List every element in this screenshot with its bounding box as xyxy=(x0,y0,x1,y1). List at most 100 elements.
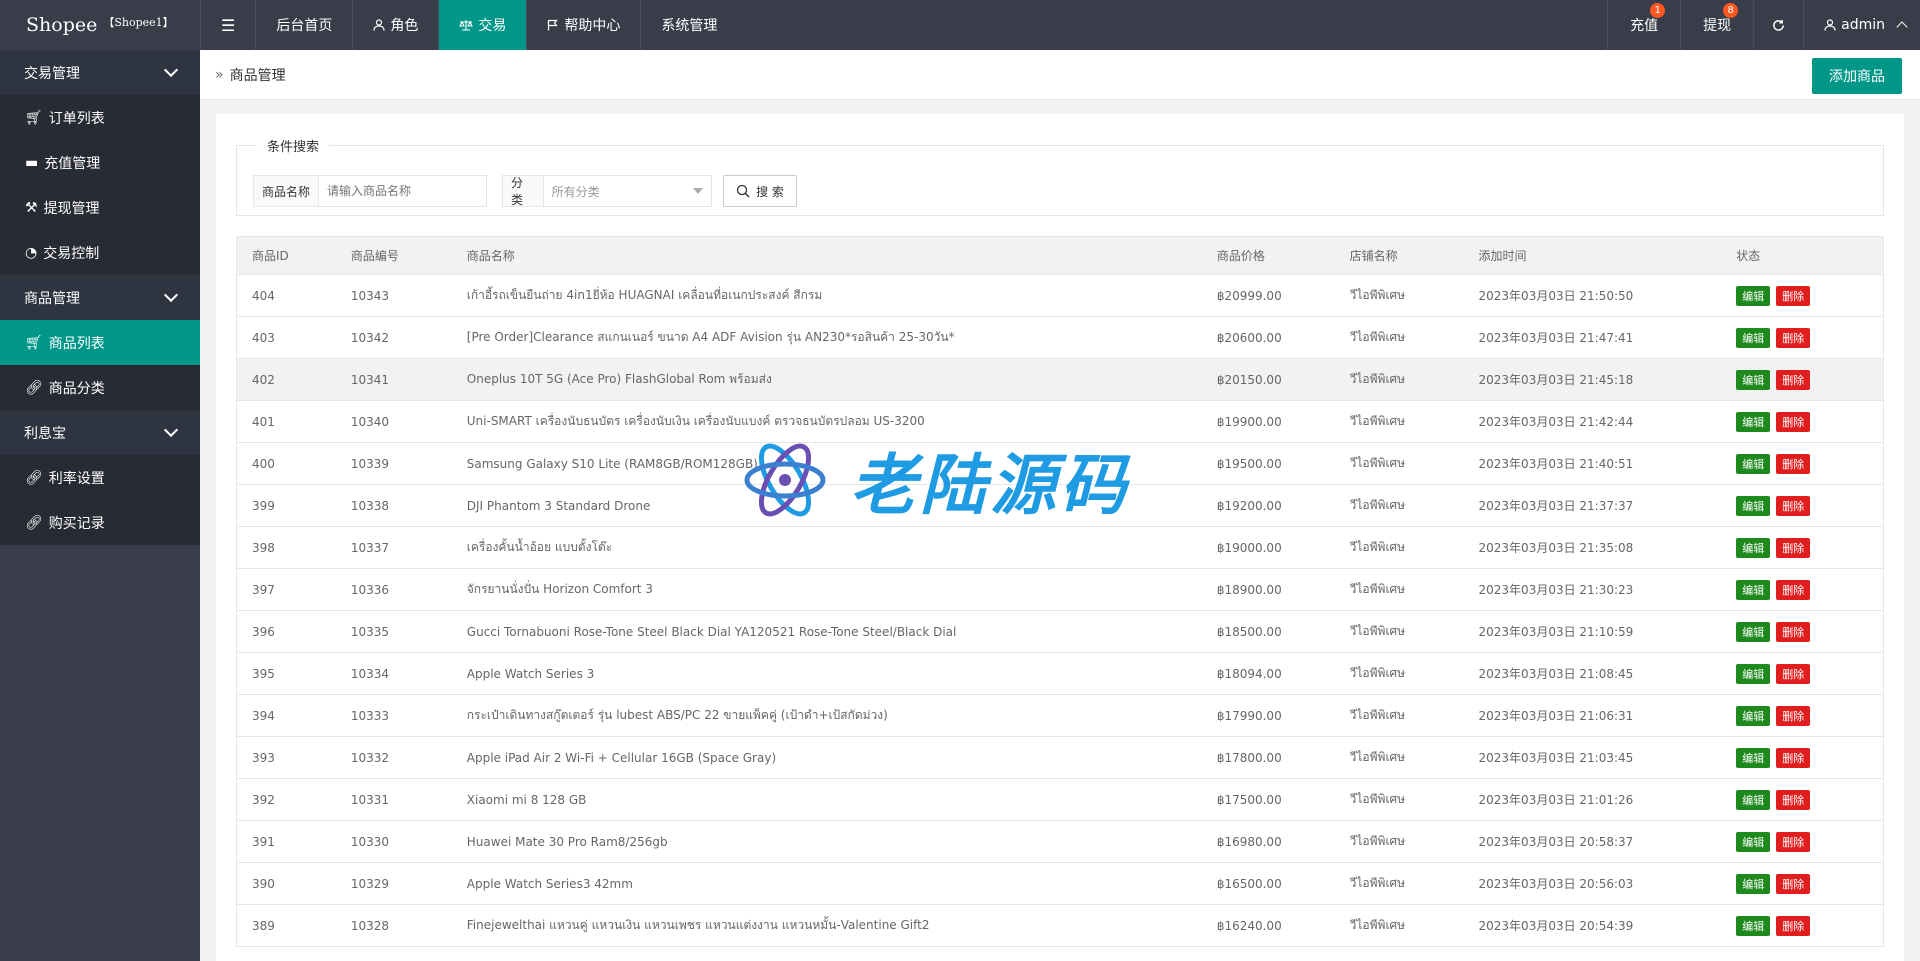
delete-button[interactable]: 删除 xyxy=(1776,537,1811,558)
delete-button[interactable]: 删除 xyxy=(1776,705,1811,726)
cell-actions: 编辑 删除 xyxy=(1721,453,1883,474)
delete-button[interactable]: 删除 xyxy=(1776,915,1811,936)
delete-button[interactable]: 删除 xyxy=(1776,327,1811,348)
delete-button[interactable]: 删除 xyxy=(1776,831,1811,852)
delete-button[interactable]: 删除 xyxy=(1776,411,1811,432)
edit-button[interactable]: 编辑 xyxy=(1736,327,1771,348)
cell-price: ฿20999.00 xyxy=(1216,288,1282,303)
cell-time: 2023年03月03日 21:45:18 xyxy=(1478,373,1634,387)
sidebar-item-purchase-records[interactable]: 🔗︎ 购买记录 xyxy=(0,500,200,545)
nav-home[interactable]: 后台首页 xyxy=(255,0,352,50)
sidebar-group-interest[interactable]: 利息宝 xyxy=(0,410,200,455)
delete-button[interactable]: 删除 xyxy=(1776,789,1811,810)
product-name-input[interactable] xyxy=(319,176,480,206)
search-button[interactable]: 搜 索 xyxy=(723,175,797,207)
cell-name: Xiaomi mi 8 128 GB xyxy=(466,792,587,807)
watermark: 老陆源码 xyxy=(742,432,1130,528)
table-row[interactable]: 403 10342 [Pre Order]Clearance สแกนเนอร์ ข… xyxy=(237,317,1883,359)
sidebar-item-label: 提现管理 xyxy=(43,200,100,217)
link-icon: 🔗︎ xyxy=(25,469,43,486)
cell-store: วีไอพีพิเศษ xyxy=(1349,456,1406,470)
delete-button[interactable]: 删除 xyxy=(1776,663,1811,684)
recharge-link[interactable]: 充值 1 xyxy=(1607,0,1680,50)
delete-button[interactable]: 删除 xyxy=(1776,621,1811,642)
edit-button[interactable]: 编辑 xyxy=(1736,915,1771,936)
sidebar-group-trade[interactable]: 交易管理 xyxy=(0,50,200,95)
edit-button[interactable]: 编辑 xyxy=(1736,579,1771,600)
cell-name: Oneplus 10T 5G (Ace Pro) FlashGlobal Rom… xyxy=(466,372,772,386)
edit-button[interactable]: 编辑 xyxy=(1736,369,1771,390)
cell-code: 10334 xyxy=(350,666,390,681)
nav-role[interactable]: 角色 xyxy=(352,0,438,50)
edit-button[interactable]: 编辑 xyxy=(1736,705,1771,726)
withdraw-link[interactable]: 提现 8 xyxy=(1680,0,1753,50)
cell-store: วีไอพีพิเศษ xyxy=(1349,666,1406,680)
cell-name: Huawei Mate 30 Pro Ram8/256gb xyxy=(466,834,668,849)
atom-logo-icon xyxy=(744,443,826,517)
sidebar-item-trade-control[interactable]: ◔ 交易控制 xyxy=(0,230,200,275)
header-name: 商品名称 xyxy=(466,249,515,263)
delete-button[interactable]: 删除 xyxy=(1776,369,1811,390)
edit-button[interactable]: 编辑 xyxy=(1736,537,1771,558)
table-row[interactable]: 397 10336 จักรยานนั่งปั่น Horizon Comfort … xyxy=(237,569,1883,611)
sidebar-item-withdraw[interactable]: ⚒︎ 提现管理 xyxy=(0,185,200,230)
cell-actions: 编辑 删除 xyxy=(1721,537,1883,558)
user-icon xyxy=(373,19,385,31)
sidebar-item-label: 商品分类 xyxy=(48,380,105,397)
edit-button[interactable]: 编辑 xyxy=(1736,495,1771,516)
add-product-button[interactable]: 添加商品 xyxy=(1812,58,1902,94)
table-row[interactable]: 404 10343 เก้าอี้รถเข็นยืนถ่าย 4in1ยี่ห้อ … xyxy=(237,275,1883,317)
header-time: 添加时间 xyxy=(1478,249,1527,263)
nav-system[interactable]: 系统管理 xyxy=(640,0,737,50)
table-row[interactable]: 396 10335 Gucci Tornabuoni Rose-Tone Steel… xyxy=(237,611,1883,653)
edit-button[interactable]: 编辑 xyxy=(1736,789,1771,810)
table-row[interactable]: 392 10331 Xiaomi mi 8 128 GB ฿17500.00 วีไอพ… xyxy=(237,779,1883,821)
refresh-button[interactable] xyxy=(1753,0,1803,50)
delete-button[interactable]: 删除 xyxy=(1776,747,1811,768)
table-row[interactable]: 402 10341 Oneplus 10T 5G (Ace Pro) FlashGl… xyxy=(237,359,1883,401)
edit-button[interactable]: 编辑 xyxy=(1736,621,1771,642)
table-row[interactable]: 398 10337 เครื่องคั้นน้ำอ้อย แบบตั้งโต๊ะ ฿1… xyxy=(237,527,1883,569)
menu-toggle-button[interactable]: ☰ xyxy=(200,0,255,50)
table-row[interactable]: 391 10330 Huawei Mate 30 Pro Ram8/256gb ฿16… xyxy=(237,821,1883,863)
table-row[interactable]: 390 10329 Apple Watch Series3 42mm ฿16500.0… xyxy=(237,863,1883,905)
user-menu[interactable]: admin xyxy=(1803,0,1920,50)
cell-id: 399 xyxy=(252,498,275,513)
delete-button[interactable]: 删除 xyxy=(1776,873,1811,894)
table-row[interactable]: 394 10333 กระเป๋าเดินทางสกู๊ตเตอร์ รุ่น lu… xyxy=(237,695,1883,737)
top-right-nav: 充值 1 提现 8 admin xyxy=(1607,0,1920,50)
table-header: 商品ID 商品编号 商品名称 商品价格 店铺名称 添加时间 状态 xyxy=(237,237,1883,275)
sidebar-item-recharge[interactable]: ▬ 充值管理 xyxy=(0,140,200,185)
nav-trade[interactable]: 交易 xyxy=(438,0,527,50)
watermark-text: 老陆源码 xyxy=(850,447,1130,524)
edit-button[interactable]: 编辑 xyxy=(1736,453,1771,474)
table-row[interactable]: 395 10334 Apple Watch Series 3 ฿18094.00 วีไ… xyxy=(237,653,1883,695)
sidebar-item-label: 交易控制 xyxy=(43,245,100,262)
delete-button[interactable]: 删除 xyxy=(1776,453,1811,474)
edit-button[interactable]: 编辑 xyxy=(1736,411,1771,432)
edit-button[interactable]: 编辑 xyxy=(1736,663,1771,684)
edit-button[interactable]: 编辑 xyxy=(1736,747,1771,768)
delete-button[interactable]: 删除 xyxy=(1776,495,1811,516)
cell-id: 398 xyxy=(252,540,275,555)
cell-code: 10333 xyxy=(350,708,390,723)
edit-button[interactable]: 编辑 xyxy=(1736,873,1771,894)
sidebar-item-product-category[interactable]: 🔗︎ 商品分类 xyxy=(0,365,200,410)
sidebar-group-products[interactable]: 商品管理 xyxy=(0,275,200,320)
sidebar-item-rate-settings[interactable]: 🔗︎ 利率设置 xyxy=(0,455,200,500)
edit-button[interactable]: 编辑 xyxy=(1736,831,1771,852)
cell-store: วีไอพีพิเศษ xyxy=(1349,918,1406,932)
delete-button[interactable]: 删除 xyxy=(1776,579,1811,600)
link-icon: 🔗︎ xyxy=(25,514,43,531)
sidebar-item-orders[interactable]: 🛒︎ 订单列表 xyxy=(0,95,200,140)
nav-help[interactable]: 帮助中心 xyxy=(526,0,640,50)
category-select[interactable]: 所有分类 xyxy=(544,176,711,206)
delete-button[interactable]: 删除 xyxy=(1776,285,1811,306)
recharge-label: 充值 xyxy=(1630,18,1659,34)
sidebar-item-product-list[interactable]: 🛒︎ 商品列表 xyxy=(0,320,200,365)
table-row[interactable]: 389 10328 Finejewelthai แหวนคู่ แหวนเงิน แ… xyxy=(237,905,1883,947)
edit-button[interactable]: 编辑 xyxy=(1736,285,1771,306)
cell-actions: 编辑 删除 xyxy=(1721,705,1883,726)
search-fieldset: 条件搜索 商品名称 分类 所有分类 搜 索 xyxy=(236,136,1884,216)
table-row[interactable]: 393 10332 Apple iPad Air 2 Wi-Fi + Cellula… xyxy=(237,737,1883,779)
